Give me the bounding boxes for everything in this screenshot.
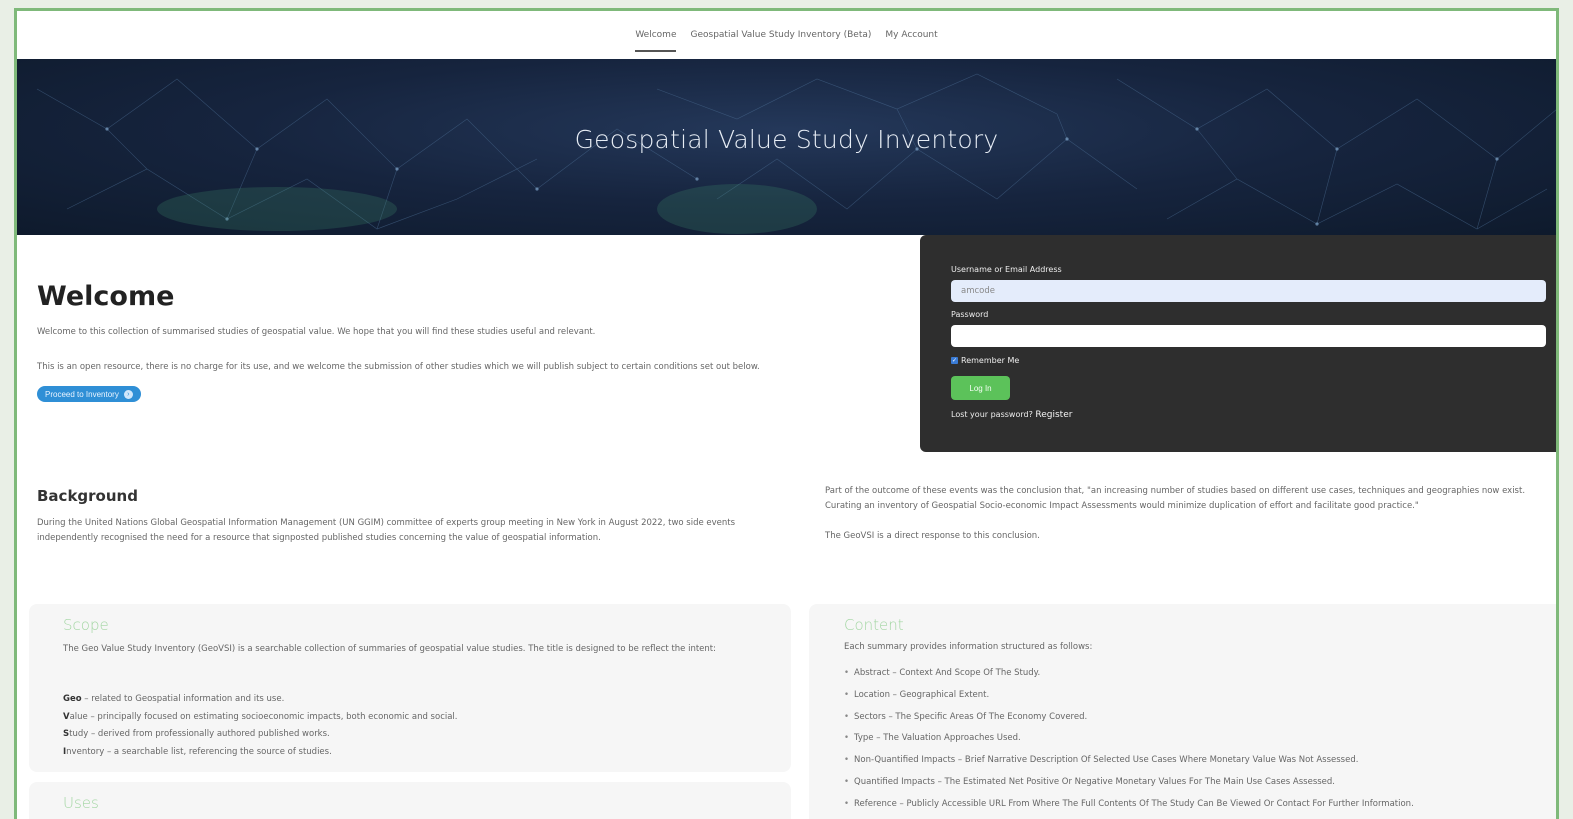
hero-banner: Geospatial Value Study Inventory: [17, 59, 1556, 235]
register-link[interactable]: Register: [1035, 410, 1072, 420]
background-response-text: The GeoVSI is a direct response to this …: [825, 531, 1040, 541]
uses-heading: Uses: [63, 794, 99, 812]
proceed-to-inventory-button[interactable]: Proceed to Inventory ›: [37, 386, 141, 402]
nav-inventory[interactable]: Geospatial Value Study Inventory (Beta): [690, 26, 871, 44]
list-item: Reference – Publicly Accessible URL From…: [844, 794, 1414, 816]
remember-me-label: Remember Me: [961, 356, 1020, 365]
list-item: Sectors – The Specific Areas Of The Econ…: [844, 707, 1414, 729]
uses-card: Uses: [29, 782, 791, 819]
password-label: Password: [951, 310, 989, 319]
scope-item-value: Value – principally focused on estimatin…: [63, 711, 458, 722]
welcome-heading: Welcome: [37, 281, 175, 312]
username-input[interactable]: [951, 280, 1546, 302]
hero-title: Geospatial Value Study Inventory: [574, 125, 999, 154]
content-heading: Content: [844, 616, 904, 634]
nav-my-account[interactable]: My Account: [885, 26, 937, 44]
arrow-circle-icon: ›: [123, 389, 133, 399]
list-item: Location – Geographical Extent.: [844, 685, 1414, 707]
scope-item-geo: Geo – related to Geospatial information …: [63, 694, 285, 704]
lost-password-row: Lost your password? Register: [951, 410, 1072, 420]
welcome-open-resource-text: This is an open resource, there is no ch…: [37, 362, 760, 372]
background-text: During the United Nations Global Geospat…: [37, 518, 736, 543]
background-outcome-text: Part of the outcome of these events was …: [825, 486, 1526, 511]
scope-text: The Geo Value Study Inventory (GeoVSI) i…: [63, 644, 716, 654]
content-intro-text: Each summary provides information struct…: [844, 642, 1093, 652]
list-item: Abstract – Context And Scope Of The Stud…: [844, 663, 1414, 685]
proceed-button-label: Proceed to Inventory: [45, 389, 119, 399]
content-list: Abstract – Context And Scope Of The Stud…: [844, 663, 1414, 816]
list-item: Type – The Valuation Approaches Used.: [844, 728, 1414, 750]
remember-me[interactable]: ✓ Remember Me: [951, 356, 1019, 365]
nav-welcome[interactable]: Welcome: [635, 26, 677, 52]
scope-heading: Scope: [63, 616, 109, 634]
username-label: Username or Email Address: [951, 265, 1062, 274]
background-heading: Background: [37, 487, 138, 505]
scope-list: Geo – related to Geospatial information …: [63, 691, 458, 761]
list-item: Non-Quantified Impacts – Brief Narrative…: [844, 750, 1414, 772]
welcome-intro-text: Welcome to this collection of summarised…: [37, 327, 596, 337]
password-input[interactable]: [951, 325, 1546, 347]
lost-password-link[interactable]: Lost your password?: [951, 410, 1033, 419]
scope-item-study: Study – derived from professionally auth…: [63, 729, 330, 739]
top-navigation: Welcome Geospatial Value Study Inventory…: [17, 11, 1556, 59]
scope-item-inventory: Inventory – a searchable list, referenci…: [63, 746, 332, 757]
scope-card: Scope The Geo Value Study Inventory (Geo…: [29, 604, 791, 772]
content-card: Content Each summary provides informatio…: [809, 604, 1556, 819]
log-in-button[interactable]: Log In: [951, 376, 1010, 400]
list-item: Quantified Impacts – The Estimated Net P…: [844, 772, 1414, 794]
browser-frame: Welcome Geospatial Value Study Inventory…: [14, 8, 1559, 819]
remember-me-checkbox[interactable]: ✓: [951, 357, 958, 364]
login-panel: Username or Email Address Password ✓ Rem…: [920, 235, 1556, 452]
